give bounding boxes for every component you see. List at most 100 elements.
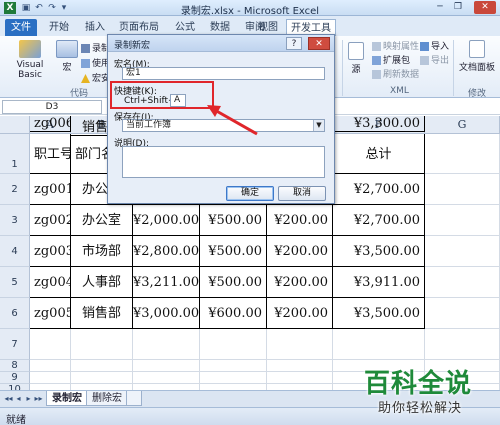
empty-cell[interactable]	[333, 329, 425, 360]
table-cell[interactable]: zg003	[30, 236, 71, 267]
column-header-g[interactable]: G	[425, 116, 500, 134]
row-header-4[interactable]: 4	[0, 236, 30, 267]
table-cell[interactable]: ¥3,300.00	[333, 116, 425, 132]
table-cell[interactable]: 市场部	[71, 236, 133, 267]
ok-button[interactable]: 确定	[226, 186, 274, 201]
document-panel-button[interactable]: 文档面板	[455, 40, 499, 73]
table-cell[interactable]: ¥3,500.00	[333, 236, 425, 267]
table-cell[interactable]: zg001	[30, 174, 71, 205]
table-cell[interactable]: ¥500.00	[200, 236, 267, 267]
table-cell[interactable]: ¥3,000.00	[133, 298, 200, 329]
record-macro-button[interactable]: 录制	[81, 41, 110, 54]
tab-file[interactable]: 文件	[5, 19, 37, 36]
sheet-tab-delete-macro[interactable]: 删除宏	[86, 391, 128, 406]
table-cell[interactable]: 人事部	[71, 267, 133, 298]
source-button[interactable]: 源	[346, 42, 366, 75]
ribbon-separator	[342, 40, 343, 96]
table-cell[interactable]: ¥200.00	[267, 298, 333, 329]
visual-basic-label: Visual Basic	[16, 60, 44, 80]
table-cell[interactable]: ¥3,911.00	[333, 267, 425, 298]
sheet-tab-record-macro[interactable]: 录制宏	[46, 391, 88, 406]
empty-cell[interactable]	[425, 267, 500, 298]
empty-cell[interactable]	[425, 298, 500, 329]
dialog-title-bar: 录制新宏 ? ✕	[108, 35, 334, 52]
table-cell[interactable]: ¥2,700.00	[333, 205, 425, 236]
description-textarea[interactable]	[122, 146, 325, 178]
table-cell[interactable]: ¥3,500.00	[333, 298, 425, 329]
table-cell[interactable]: 办公室	[71, 205, 133, 236]
macro-name-input[interactable]: 宏1	[122, 67, 325, 80]
row-header-2[interactable]: 2	[0, 174, 30, 205]
row-header-5[interactable]: 5	[0, 267, 30, 298]
table-header-cell[interactable]: 职工号	[30, 134, 71, 174]
visual-basic-button[interactable]: Visual Basic	[6, 40, 54, 80]
macros-button[interactable]: 宏	[56, 40, 78, 73]
row-header-9[interactable]: 9	[0, 372, 30, 384]
empty-cell[interactable]	[133, 372, 200, 384]
name-box[interactable]: D3	[2, 100, 102, 114]
table-cell[interactable]: ¥2,000.00	[133, 205, 200, 236]
table-cell[interactable]: ¥500.00	[200, 267, 267, 298]
empty-cell[interactable]	[200, 360, 267, 372]
next-sheet-icon[interactable]: ▸	[24, 394, 33, 404]
select-all-corner[interactable]	[0, 116, 30, 134]
import-button[interactable]: 导入	[420, 39, 449, 52]
empty-cell[interactable]	[200, 329, 267, 360]
cancel-button[interactable]: 取消	[278, 186, 326, 201]
expansion-packs-button[interactable]: 扩展包	[372, 53, 410, 66]
table-header-cell[interactable]: 总计	[333, 134, 425, 174]
empty-cell[interactable]	[267, 372, 333, 384]
insert-sheet-icon[interactable]	[126, 391, 142, 406]
last-sheet-icon[interactable]: ▸▸	[34, 394, 43, 404]
empty-cell[interactable]	[267, 329, 333, 360]
empty-cell[interactable]	[133, 329, 200, 360]
row-header-6[interactable]: 6	[0, 298, 30, 329]
tab-insert[interactable]: 插入	[80, 19, 110, 36]
row-header-8[interactable]: 8	[0, 360, 30, 372]
table-cell[interactable]: zg005	[30, 298, 71, 329]
close-button[interactable]: ✕	[474, 1, 496, 14]
table-cell[interactable]: zg002	[30, 205, 71, 236]
map-properties-button[interactable]: 映射属性	[372, 39, 419, 52]
table-cell[interactable]: ¥500.00	[200, 205, 267, 236]
empty-cell[interactable]	[425, 134, 500, 174]
row-header-1[interactable]: 1	[0, 134, 30, 174]
empty-cell[interactable]	[425, 236, 500, 267]
table-cell[interactable]: ¥200.00	[267, 267, 333, 298]
empty-cell[interactable]	[30, 372, 71, 384]
table-cell[interactable]: ¥2,800.00	[133, 236, 200, 267]
macro-security-button[interactable]: 宏安	[81, 71, 110, 84]
dialog-title: 录制新宏	[114, 41, 151, 51]
table-cell[interactable]: ¥200.00	[267, 236, 333, 267]
table-cell[interactable]: 销售部	[71, 298, 133, 329]
export-button[interactable]: 导出	[420, 53, 449, 66]
dialog-close-button[interactable]: ✕	[308, 37, 330, 50]
row-header-3[interactable]: 3	[0, 205, 30, 236]
empty-cell[interactable]	[425, 174, 500, 205]
help-button[interactable]: ?	[286, 37, 302, 50]
empty-cell[interactable]	[425, 329, 500, 360]
empty-cell[interactable]	[30, 329, 71, 360]
previous-sheet-icon[interactable]: ◂	[14, 394, 23, 404]
table-cell[interactable]: ¥200.00	[267, 205, 333, 236]
first-sheet-icon[interactable]: ◂◂	[4, 394, 13, 404]
refresh-data-button[interactable]: 刷新数据	[372, 67, 419, 80]
restore-button[interactable]: ❐	[450, 1, 466, 14]
table-cell[interactable]: zg004	[30, 267, 71, 298]
empty-cell[interactable]	[71, 372, 133, 384]
empty-cell[interactable]	[71, 329, 133, 360]
tab-home[interactable]: 开始	[44, 19, 74, 36]
table-cell[interactable]: ¥600.00	[200, 298, 267, 329]
empty-cell[interactable]	[71, 360, 133, 372]
row-header-7[interactable]: 7	[0, 329, 30, 360]
minimize-button[interactable]: ─	[432, 1, 448, 14]
empty-cell[interactable]	[200, 372, 267, 384]
table-cell[interactable]: zg006	[30, 116, 71, 132]
empty-cell[interactable]	[425, 205, 500, 236]
empty-cell[interactable]	[267, 360, 333, 372]
table-cell[interactable]: ¥3,211.00	[133, 267, 200, 298]
table-cell[interactable]: ¥2,700.00	[333, 174, 425, 205]
empty-cell[interactable]	[133, 360, 200, 372]
empty-cell[interactable]	[30, 360, 71, 372]
use-relative-references-button[interactable]: 使用	[81, 56, 110, 69]
